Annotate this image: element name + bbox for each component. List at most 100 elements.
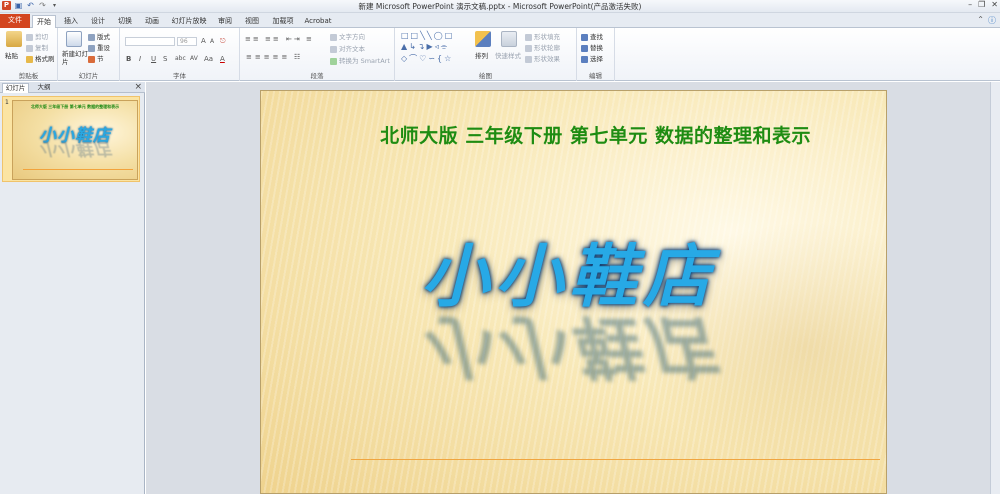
layout-icon bbox=[88, 33, 95, 41]
text-direction-icon bbox=[330, 33, 337, 41]
slide-thumbnail-selected[interactable]: 1 北师大版 三年级下册 第七单元 数据的整理和表示 小小鞋店 小小鞋店 bbox=[2, 96, 140, 182]
copy-icon bbox=[26, 44, 33, 52]
shapes-gallery[interactable]: □□╲╲◯□ bbox=[401, 31, 454, 40]
arrange-icon[interactable] bbox=[475, 31, 491, 47]
font-name-combo[interactable] bbox=[125, 37, 175, 46]
change-case-button[interactable]: Aa bbox=[204, 55, 213, 63]
paste-button[interactable]: 粘贴 bbox=[5, 50, 18, 60]
quick-styles-button[interactable]: 快速样式 bbox=[495, 50, 521, 60]
slides-pane: 幻灯片 大纲 × 1 北师大版 三年级下册 第七单元 数据的整理和表示 小小鞋店… bbox=[0, 82, 145, 494]
new-slide-icon[interactable] bbox=[66, 31, 82, 47]
drawing-group: □□╲╲◯□ ▲↳↴▶◃⌯ ◇⌒♡∽{☆ 排列 快速样式 形状填充 形状轮廓 形… bbox=[395, 28, 577, 81]
tab-animations[interactable]: 动画 bbox=[141, 15, 163, 28]
ribbon: 粘贴 剪切 复制 格式刷 剪贴板 新建幻灯片 版式 重设 节 幻灯片 96 A … bbox=[0, 28, 1000, 81]
copy-button[interactable]: 复制 bbox=[26, 42, 48, 52]
bullets-icon[interactable]: ≡≡ ≡≡ bbox=[245, 35, 281, 43]
text-direction-button[interactable]: 文字方向 bbox=[330, 31, 365, 41]
convert-smartart-button[interactable]: 转换为 SmartArt bbox=[330, 55, 390, 65]
quick-styles-icon[interactable] bbox=[501, 31, 517, 47]
slides-pane-tabs: 幻灯片 大纲 × bbox=[0, 82, 145, 93]
slide-editing-area: 北师大版 三年级下册 第七单元 数据的整理和表示 小小鞋店 小小鞋店 bbox=[146, 82, 1000, 494]
align-text-button[interactable]: 对齐文本 bbox=[330, 43, 365, 53]
binoculars-icon bbox=[581, 33, 588, 41]
font-size-combo[interactable]: 96 bbox=[177, 37, 197, 46]
effects-icon bbox=[525, 55, 532, 63]
tab-slides-pane[interactable]: 幻灯片 bbox=[2, 83, 29, 93]
find-button[interactable]: 查找 bbox=[581, 31, 603, 41]
tab-view[interactable]: 视图 bbox=[241, 15, 263, 28]
shape-outline-button[interactable]: 形状轮廓 bbox=[525, 42, 560, 52]
minimize-ribbon-icon[interactable]: ⌃ bbox=[977, 15, 984, 26]
tab-slideshow[interactable]: 幻灯片放映 bbox=[168, 15, 210, 28]
smartart-icon bbox=[330, 57, 337, 65]
minimize-icon[interactable]: – bbox=[968, 0, 972, 9]
tab-acrobat[interactable]: Acrobat bbox=[302, 15, 334, 28]
layout-button[interactable]: 版式 bbox=[88, 31, 110, 41]
bold-button[interactable]: B bbox=[126, 55, 131, 63]
slide-canvas[interactable]: 北师大版 三年级下册 第七单元 数据的整理和表示 小小鞋店 小小鞋店 bbox=[260, 90, 887, 494]
ribbon-right-controls: ⌃ ⓘ bbox=[977, 15, 996, 26]
strikethrough-button[interactable]: S bbox=[163, 55, 167, 63]
arrange-button[interactable]: 排列 bbox=[475, 50, 488, 60]
font-color-button[interactable]: A bbox=[220, 55, 225, 63]
new-slide-button[interactable]: 新建幻灯片 bbox=[62, 50, 88, 66]
tab-review[interactable]: 审阅 bbox=[214, 15, 236, 28]
paragraph-group: ≡≡ ≡≡ ⇤⇥ ≡ ≡≡≡≡≡ ☷ 文字方向 对齐文本 转换为 SmartAr… bbox=[240, 28, 395, 81]
align-icons[interactable]: ≡≡≡≡≡ bbox=[246, 53, 290, 61]
brush-icon bbox=[26, 55, 33, 63]
slide-divider-line bbox=[351, 459, 880, 460]
close-pane-icon[interactable]: × bbox=[134, 82, 142, 92]
grow-font-button[interactable]: A bbox=[201, 37, 206, 45]
clear-format-icon[interactable]: ⎋ bbox=[220, 37, 226, 46]
underline-button[interactable]: U bbox=[151, 55, 156, 63]
format-painter-button[interactable]: 格式刷 bbox=[26, 53, 55, 63]
paste-icon[interactable] bbox=[6, 31, 22, 47]
slide-title[interactable]: 北师大版 三年级下册 第七单元 数据的整理和表示 bbox=[261, 121, 886, 148]
outline-icon bbox=[525, 44, 532, 52]
clipboard-group: 粘贴 剪切 复制 格式刷 剪贴板 bbox=[0, 28, 58, 81]
text-shadow-button[interactable]: abc bbox=[175, 55, 186, 62]
tab-addins[interactable]: 加载项 bbox=[268, 15, 298, 28]
tab-outline-pane[interactable]: 大纲 bbox=[33, 83, 55, 93]
drawing-group-label: 绘图 bbox=[479, 72, 492, 80]
tab-file[interactable]: 文件 bbox=[0, 14, 30, 28]
tab-design[interactable]: 设计 bbox=[87, 15, 109, 28]
tab-transitions[interactable]: 切换 bbox=[114, 15, 136, 28]
char-spacing-button[interactable]: AV bbox=[190, 55, 198, 62]
editing-group: 查找 替换 选择 编辑 bbox=[577, 28, 615, 81]
slide-thumbnail[interactable]: 北师大版 三年级下册 第七单元 数据的整理和表示 小小鞋店 小小鞋店 bbox=[12, 100, 138, 180]
ribbon-tabs: 文件 开始 插入 设计 切换 动画 幻灯片放映 审阅 视图 加载项 Acroba… bbox=[0, 13, 1000, 28]
shapes-gallery-row3[interactable]: ◇⌒♡∽{☆ bbox=[401, 53, 453, 64]
fill-icon bbox=[525, 33, 532, 41]
tab-insert[interactable]: 插入 bbox=[60, 15, 82, 28]
tab-home[interactable]: 开始 bbox=[32, 15, 56, 28]
replace-icon bbox=[581, 44, 588, 52]
section-icon bbox=[88, 55, 95, 63]
italic-button[interactable]: I bbox=[139, 55, 141, 63]
columns-icon[interactable]: ☷ bbox=[294, 53, 300, 61]
shape-fill-button[interactable]: 形状填充 bbox=[525, 31, 560, 41]
close-icon[interactable]: ✕ bbox=[991, 0, 998, 9]
paragraph-group-label: 段落 bbox=[310, 72, 324, 80]
title-bar: P ▣ ↶ ↷ ▾ 新建 Microsoft PowerPoint 演示文稿.p… bbox=[0, 0, 1000, 13]
shape-effects-button[interactable]: 形状效果 bbox=[525, 53, 560, 63]
vertical-scrollbar[interactable] bbox=[990, 82, 1000, 494]
restore-icon[interactable]: ❐ bbox=[978, 0, 985, 9]
section-button[interactable]: 节 bbox=[88, 53, 104, 63]
shapes-gallery-row2[interactable]: ▲↳↴▶◃⌯ bbox=[401, 42, 449, 52]
clipboard-group-label: 剪贴板 bbox=[18, 72, 39, 80]
font-group-label: 字体 bbox=[173, 72, 186, 80]
cut-button[interactable]: 剪切 bbox=[26, 31, 48, 41]
scissors-icon bbox=[26, 33, 33, 41]
select-icon bbox=[581, 55, 588, 63]
indent-icon[interactable]: ⇤⇥ ≡ bbox=[286, 35, 314, 43]
reset-button[interactable]: 重设 bbox=[88, 42, 110, 52]
replace-button[interactable]: 替换 bbox=[581, 42, 603, 52]
shrink-font-button[interactable]: A bbox=[210, 38, 214, 45]
window-title: 新建 Microsoft PowerPoint 演示文稿.pptx - Micr… bbox=[358, 2, 642, 11]
select-button[interactable]: 选择 bbox=[581, 53, 603, 63]
align-text-icon bbox=[330, 45, 337, 53]
reset-icon bbox=[88, 44, 95, 52]
slides-group-label: 幻灯片 bbox=[78, 72, 99, 80]
help-icon[interactable]: ⓘ bbox=[988, 15, 996, 26]
